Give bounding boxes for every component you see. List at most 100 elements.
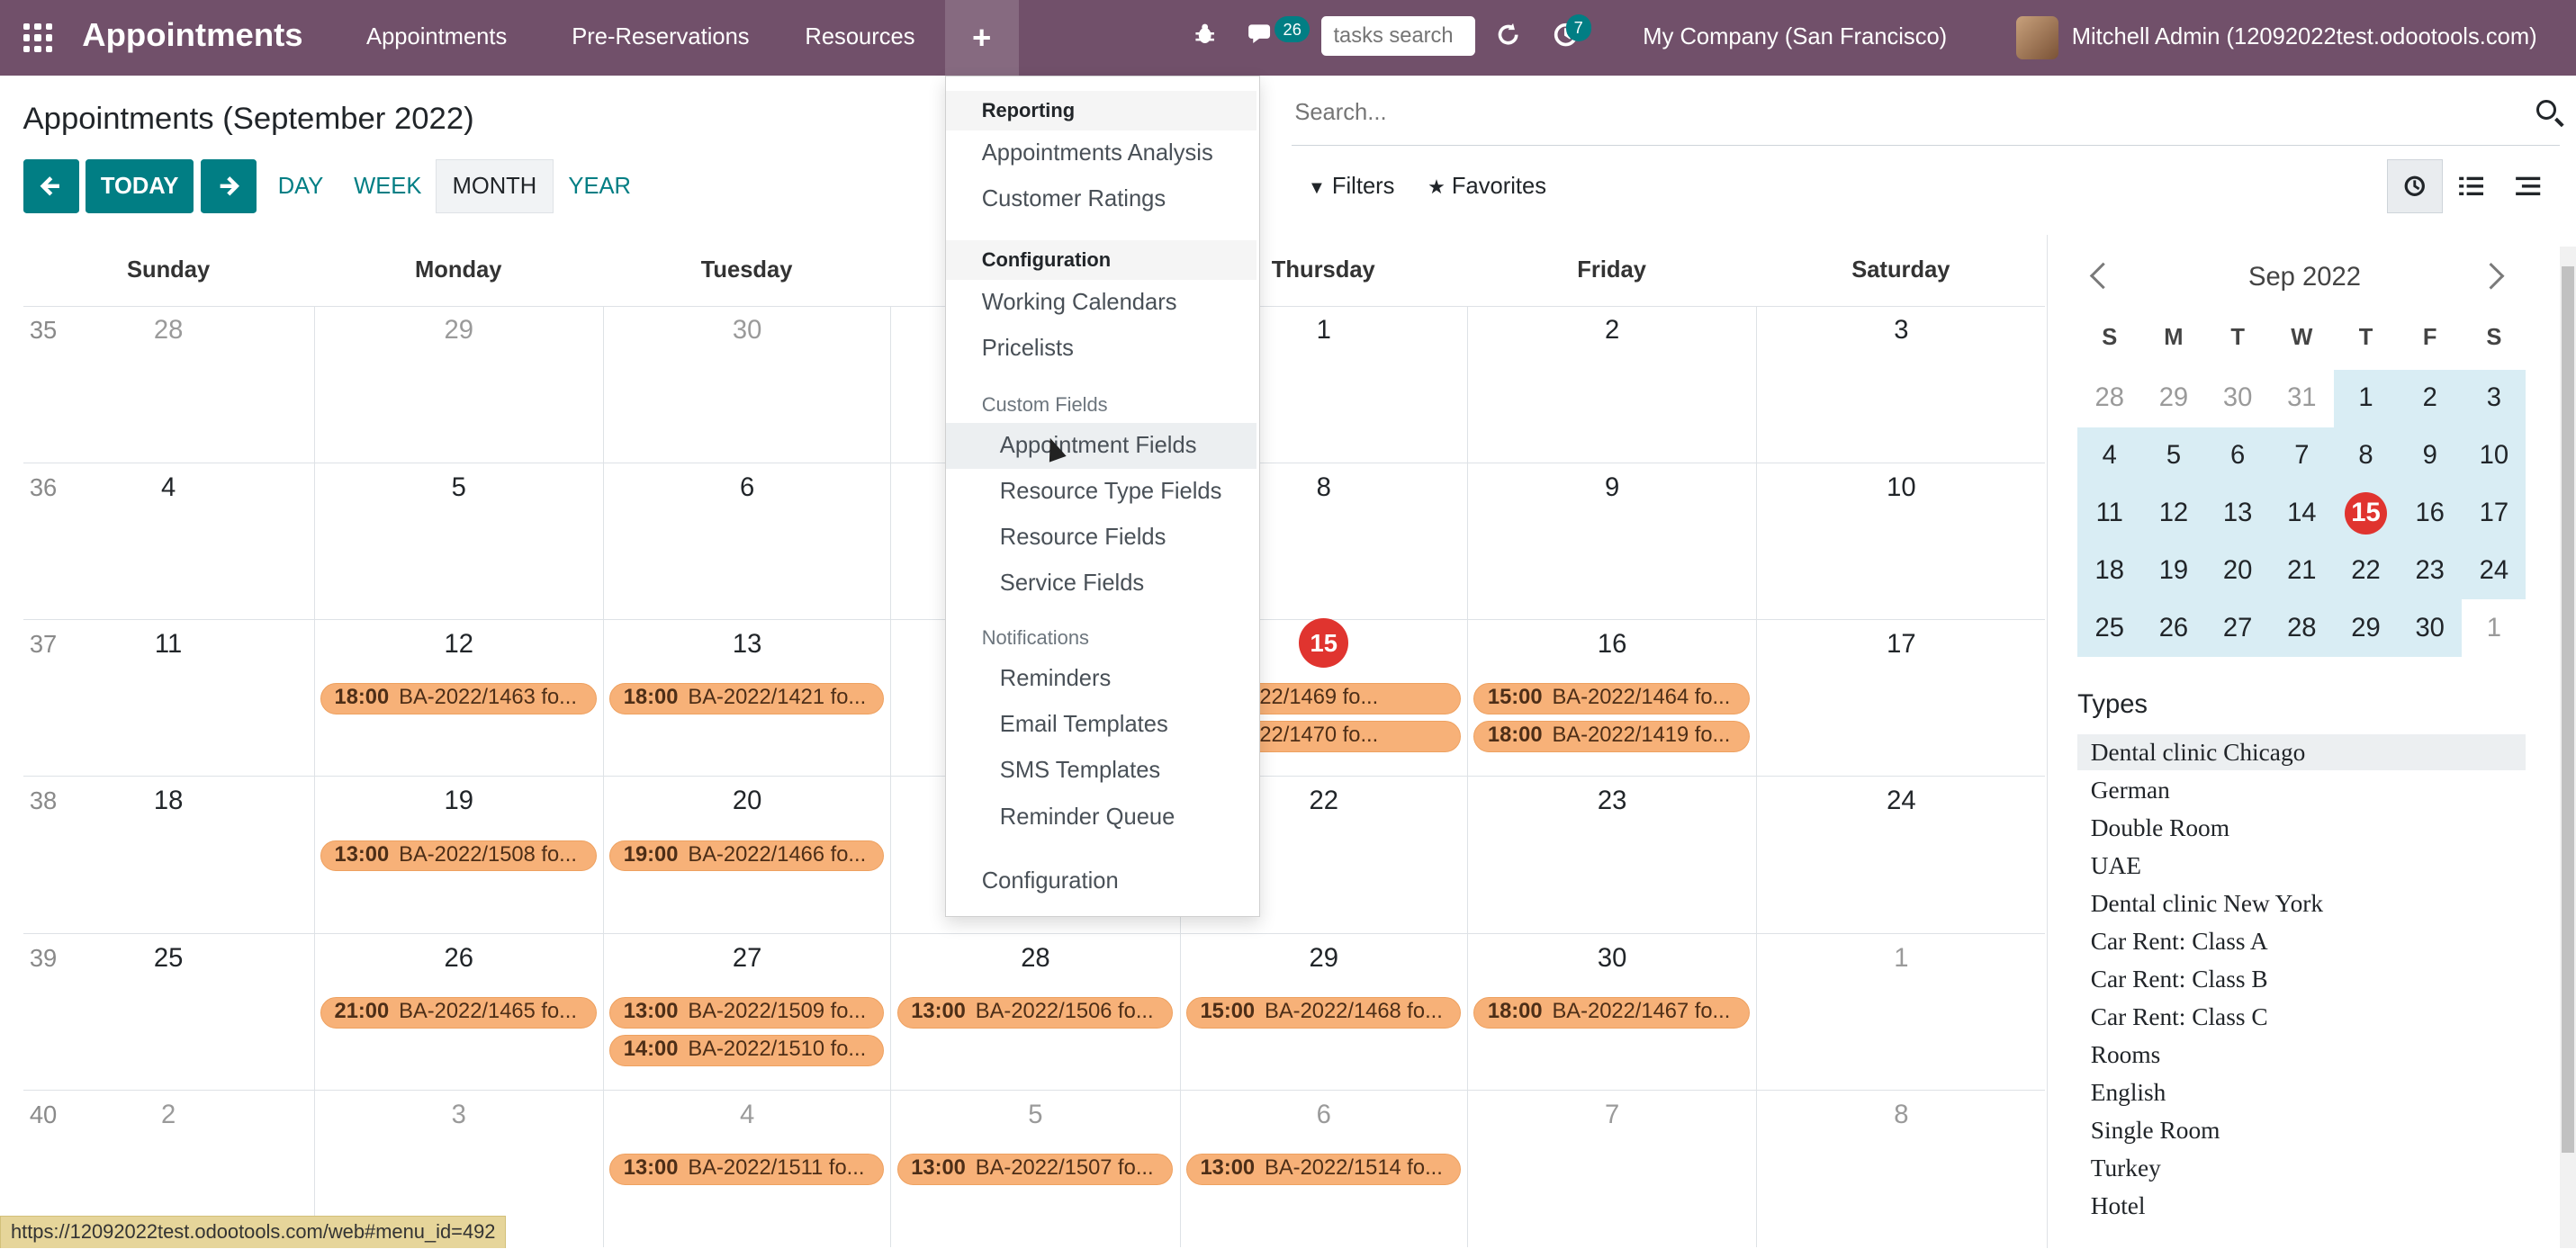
type-filter-item[interactable]: Car Rent: Class C: [2077, 999, 2526, 1035]
tasks-search-input[interactable]: [1320, 16, 1476, 57]
type-filter-item[interactable]: Turkey: [2077, 1150, 2526, 1186]
menu-item-appointment-fields[interactable]: Appointment Fields: [1000, 433, 1197, 459]
day-cell[interactable]: 25: [23, 934, 314, 1091]
type-filter-item[interactable]: Car Rent: Class B: [2077, 961, 2526, 997]
bug-icon[interactable]: [1193, 22, 1217, 52]
type-filter-item[interactable]: Rooms: [2077, 1037, 2526, 1073]
day-cell[interactable]: 24: [1756, 777, 2045, 934]
calendar-event[interactable]: 13:00 BA-2022/1511 fo...: [609, 1154, 884, 1185]
calendar-event[interactable]: 15:00 BA-2022/1468 fo...: [1185, 996, 1461, 1029]
type-filter-item[interactable]: Double Room: [2077, 810, 2526, 846]
day-cell[interactable]: 28: [23, 307, 314, 463]
user-avatar[interactable]: [2015, 16, 2059, 59]
day-cell[interactable]: 4: [23, 463, 314, 620]
type-filter-item[interactable]: Dental clinic Chicago: [2077, 733, 2526, 771]
day-cell[interactable]: 8: [1756, 1091, 2045, 1248]
app-grid-icon[interactable]: [23, 22, 53, 53]
calendar-event[interactable]: 13:00 BA-2022/1514 fo...: [1185, 1154, 1461, 1185]
day-cell[interactable]: 9: [1466, 463, 1756, 621]
search-icon[interactable]: [2536, 100, 2557, 121]
menu-item-email-templates[interactable]: Email Templates: [1000, 712, 1168, 738]
calendar-event[interactable]: 13:00 BA-2022/1506 fo...: [896, 996, 1174, 1029]
menu-item-pricelists[interactable]: Pricelists: [982, 336, 1074, 362]
mini-day[interactable]: 21: [2269, 542, 2334, 600]
mini-day[interactable]: 14: [2269, 484, 2334, 543]
type-filter-item[interactable]: English: [2077, 1074, 2526, 1110]
mini-day[interactable]: 16: [2398, 484, 2463, 543]
user-menu[interactable]: Mitchell Admin (12092022test.odootools.c…: [2072, 24, 2537, 50]
mini-day[interactable]: 18: [2077, 542, 2142, 600]
day-cell[interactable]: 3: [1756, 306, 2045, 463]
calendar-event[interactable]: 18:00 BA-2022/1421 fo...: [609, 683, 884, 714]
calendar-event[interactable]: 21:00 BA-2022/1465 fo...: [320, 996, 597, 1029]
calendar-event[interactable]: 13:00 BA-2022/1507 fo...: [896, 1154, 1174, 1185]
calendar-event[interactable]: 13:00 BA-2022/1509 fo...: [609, 996, 884, 1029]
mini-day[interactable]: 7: [2269, 427, 2334, 485]
menu-item-sms-templates[interactable]: SMS Templates: [1000, 758, 1160, 784]
day-cell[interactable]: 23: [1466, 777, 1756, 934]
calendar-event[interactable]: 18:00 BA-2022/1467 fo...: [1473, 996, 1750, 1029]
filters-button[interactable]: ▼ Filters: [1308, 174, 1395, 200]
type-filter-item[interactable]: German: [2077, 772, 2526, 808]
mini-day[interactable]: 19: [2141, 542, 2206, 600]
day-cell[interactable]: 10: [1756, 463, 2045, 621]
day-cell[interactable]: 29: [313, 306, 603, 463]
app-brand[interactable]: Appointments: [82, 16, 302, 54]
mini-day[interactable]: 4: [2077, 427, 2142, 485]
menu-item-appointments-analysis[interactable]: Appointments Analysis: [982, 140, 1213, 166]
day-cell[interactable]: 5: [313, 463, 603, 621]
mini-day[interactable]: 31: [2270, 370, 2334, 427]
list-view-icon[interactable]: [2443, 159, 2499, 213]
mini-day[interactable]: 20: [2205, 542, 2270, 600]
mini-day[interactable]: 10: [2462, 427, 2526, 485]
mini-day[interactable]: 29: [2333, 599, 2399, 658]
menu-item-configuration[interactable]: Configuration: [982, 868, 1119, 894]
calendar-event[interactable]: 13:00 BA-2022/1508 fo...: [320, 840, 597, 872]
mini-day[interactable]: 17: [2462, 484, 2526, 543]
day-cell[interactable]: 1: [1756, 933, 2045, 1092]
mini-day[interactable]: 1: [2462, 599, 2526, 657]
calendar-view-icon[interactable]: [2387, 159, 2444, 214]
search-input[interactable]: [1291, 98, 2514, 129]
next-button[interactable]: [200, 159, 257, 214]
mini-day[interactable]: 12: [2141, 484, 2206, 543]
menu-item-resource-type-fields[interactable]: Resource Type Fields: [1000, 479, 1222, 505]
mini-day[interactable]: 15: [2333, 484, 2399, 543]
menu-pre-reservations[interactable]: Pre-Reservations: [572, 24, 749, 50]
refresh-icon[interactable]: [1495, 22, 1521, 54]
day-cell[interactable]: 18: [23, 777, 314, 933]
mini-day[interactable]: 3: [2462, 369, 2526, 427]
mini-day[interactable]: 29: [2141, 370, 2205, 427]
menu-item-resource-fields[interactable]: Resource Fields: [1000, 525, 1166, 551]
menu-item-reminders[interactable]: Reminders: [1000, 666, 1112, 692]
day-cell[interactable]: 2: [1466, 306, 1756, 463]
mini-day[interactable]: 27: [2205, 599, 2270, 658]
day-cell[interactable]: 11: [23, 620, 314, 777]
sidebar-scrollbar[interactable]: [2559, 246, 2576, 1249]
day-cell[interactable]: 7: [1466, 1091, 1756, 1248]
type-filter-item[interactable]: Single Room: [2077, 1112, 2526, 1148]
favorites-button[interactable]: ★ Favorites: [1428, 174, 1546, 200]
mini-day[interactable]: 5: [2141, 427, 2206, 485]
menu-configuration-plus[interactable]: +: [944, 0, 1019, 76]
scale-month-button[interactable]: MONTH: [435, 159, 554, 214]
prev-button[interactable]: [23, 159, 79, 214]
scale-year-button[interactable]: YEAR: [559, 159, 641, 213]
calendar-event[interactable]: 18:00 BA-2022/1419 fo...: [1473, 721, 1750, 752]
type-filter-item[interactable]: Hotel: [2077, 1188, 2526, 1224]
scrollbar-thumb[interactable]: [2561, 265, 2575, 1154]
mini-day[interactable]: 30: [2206, 370, 2270, 427]
mini-day[interactable]: 26: [2141, 599, 2206, 658]
calendar-event[interactable]: 15:00 BA-2022/1464 fo...: [1473, 683, 1750, 714]
mini-day[interactable]: 9: [2398, 427, 2463, 485]
mini-day[interactable]: 1: [2333, 369, 2399, 427]
mini-prev-icon[interactable]: [2090, 262, 2118, 290]
scale-day-button[interactable]: DAY: [269, 159, 331, 213]
menu-resources[interactable]: Resources: [805, 24, 914, 50]
calendar-event[interactable]: 14:00 BA-2022/1510 fo...: [609, 1034, 884, 1066]
mini-day[interactable]: 28: [2077, 370, 2141, 427]
type-filter-item[interactable]: UAE: [2077, 848, 2526, 884]
menu-item-working-calendars[interactable]: Working Calendars: [982, 290, 1177, 316]
mini-day[interactable]: 8: [2333, 427, 2399, 485]
day-cell[interactable]: 6: [602, 463, 890, 621]
